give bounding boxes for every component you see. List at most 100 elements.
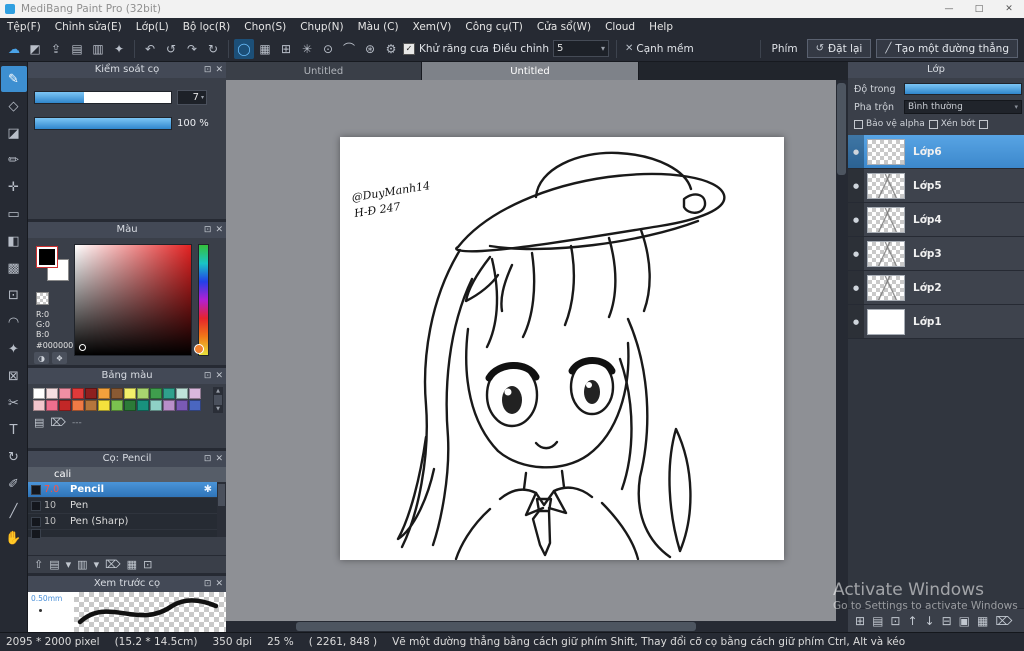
palette-swatch[interactable] [59, 388, 71, 399]
save-icon[interactable]: ◩ [25, 39, 45, 59]
palette-swatch[interactable] [46, 388, 58, 399]
menu-item[interactable]: Cửa sổ(W) [530, 18, 598, 36]
palette-swatch[interactable] [176, 388, 188, 399]
menu-item[interactable]: Chọn(S) [237, 18, 293, 36]
palette-swatch[interactable] [85, 400, 97, 411]
visibility-icon[interactable]: ● [848, 305, 864, 338]
palette-swatch[interactable] [111, 388, 123, 399]
palette-swatch[interactable] [150, 388, 162, 399]
brush-size-input[interactable]: 7 ▾ [177, 90, 207, 105]
color-wheel-icon[interactable]: ❖ [52, 352, 67, 364]
undo-icon[interactable]: ↶ [140, 39, 160, 59]
visibility-icon[interactable]: ● [848, 237, 864, 270]
visibility-icon[interactable]: ● [848, 203, 864, 236]
export-icon[interactable]: ⇪ [46, 39, 66, 59]
drawing-canvas[interactable]: @DuyManh14 H-Đ 247 [340, 137, 784, 561]
add-brush-menu-icon[interactable]: ▾ [66, 558, 72, 571]
layer-thumbnail[interactable] [867, 240, 905, 267]
scroll-down-icon[interactable]: ▼ [216, 406, 220, 412]
brush-list-item[interactable]: 10 Pen (Sharp) ✱ [28, 514, 217, 530]
menu-item[interactable]: Màu (C) [351, 18, 406, 36]
layer-thumbnail[interactable] [867, 274, 905, 301]
close-icon[interactable]: ✕ [215, 454, 223, 464]
redo-history-icon[interactable]: ↻ [203, 39, 223, 59]
antialias-checkbox[interactable]: ✓ [403, 42, 415, 55]
dot-pen-tool[interactable]: ✏ [1, 147, 27, 173]
cloud-icon[interactable]: ☁ [4, 39, 24, 59]
minimize-button[interactable]: — [934, 0, 964, 18]
gradient-tool[interactable]: ▩ [1, 255, 27, 281]
extra-checkbox[interactable] [979, 119, 989, 129]
menu-item[interactable]: Công cụ(T) [458, 18, 529, 36]
brush-settings-icon[interactable]: ✱ [204, 484, 212, 495]
layer-row[interactable]: ● Lớp1 [848, 305, 1024, 339]
palette-swatch[interactable] [33, 400, 45, 411]
clipping-checkbox[interactable] [928, 119, 938, 129]
brush-list-item[interactable]: 7.0 Pencil ✱ [28, 482, 217, 498]
snap-settings-icon[interactable]: ⚙ [381, 39, 401, 59]
canvas-tab[interactable]: Untitled [226, 62, 422, 80]
close-icon[interactable]: ✕ [215, 371, 223, 381]
palette-swatch[interactable] [124, 400, 136, 411]
layer-row[interactable]: ● Lớp3 [848, 237, 1024, 271]
menu-item[interactable]: Lớp(L) [129, 18, 176, 36]
brush-tool[interactable]: ✎ [0, 66, 27, 92]
import-icon[interactable]: ▤ [67, 39, 87, 59]
share-icon[interactable]: ✦ [109, 39, 129, 59]
duplicate-layer-icon[interactable]: ⊡ [890, 614, 900, 628]
move-up-icon[interactable]: ↑ [907, 614, 917, 628]
rect-fill-tool[interactable]: ▭ [1, 201, 27, 227]
foreground-color-swatch[interactable] [36, 246, 58, 268]
palette-swatch[interactable] [72, 400, 84, 411]
palette-swatch[interactable] [59, 400, 71, 411]
palette-swatch[interactable] [150, 400, 162, 411]
select-tool[interactable]: ⊡ [1, 282, 27, 308]
extra-option-partial[interactable] [979, 119, 989, 129]
delete-color-icon[interactable]: ⌦ [50, 416, 66, 429]
combine-layer-icon[interactable]: ▣ [959, 614, 970, 628]
undo-history-icon[interactable]: ↺ [161, 39, 181, 59]
layer-thumbnail[interactable] [867, 138, 905, 165]
palette-swatch[interactable] [72, 388, 84, 399]
move-tool[interactable]: ✛ [1, 174, 27, 200]
visibility-icon[interactable]: ● [848, 169, 864, 202]
brush-list-item-partial[interactable] [28, 528, 217, 539]
brush-opacity-slider[interactable] [34, 117, 172, 130]
clipping-option[interactable]: Xén bớt [928, 119, 975, 129]
alpha-protect-option[interactable]: Bảo vệ alpha [854, 119, 925, 129]
popup-panel-icon[interactable]: ⊡ [204, 454, 212, 464]
scroll-thumb[interactable] [296, 622, 696, 631]
scroll-thumb[interactable] [837, 83, 846, 175]
merge-layer-icon[interactable]: ⊟ [942, 614, 952, 628]
layer-thumbnail[interactable] [867, 308, 905, 335]
new-color-icon[interactable]: ▤ [34, 416, 44, 429]
radial-snap-icon[interactable]: ✳ [297, 39, 317, 59]
popup-panel-icon[interactable]: ⊡ [204, 371, 212, 381]
palette-swatch[interactable] [46, 400, 58, 411]
menu-item[interactable]: Help [642, 18, 680, 36]
layer-thumbnail[interactable] [867, 206, 905, 233]
add-brush-icon[interactable]: ▤ [49, 558, 59, 571]
visibility-icon[interactable]: ● [848, 135, 864, 168]
cross-snap-icon[interactable]: ⊞ [276, 39, 296, 59]
layer-row[interactable]: ● Lớp2 [848, 271, 1024, 305]
visibility-icon[interactable]: ● [848, 271, 864, 304]
brush-list-scrollbar[interactable] [217, 482, 226, 537]
reset-button[interactable]: ↺ Đặt lại [806, 39, 872, 58]
folder-brush-icon[interactable]: ▦ [127, 558, 137, 571]
palette-swatch[interactable] [98, 388, 110, 399]
lasso-tool[interactable]: ◠ [1, 309, 27, 335]
layer-opacity-slider[interactable] [904, 83, 1022, 95]
palette-swatch[interactable] [163, 400, 175, 411]
palette-swatch[interactable] [137, 388, 149, 399]
popup-panel-icon[interactable]: ⊡ [204, 65, 212, 75]
popup-panel-icon[interactable]: ⊡ [204, 225, 212, 235]
popup-panel-icon[interactable]: ⊡ [204, 579, 212, 589]
stamp-tool[interactable]: ◪ [1, 120, 27, 146]
text-tool[interactable]: T [1, 417, 27, 443]
canvas-tab[interactable]: Untitled [422, 62, 639, 80]
palette-scrollbar[interactable]: ▲ ▼ [213, 387, 223, 413]
delete-layer-icon[interactable]: ⌦ [995, 614, 1012, 628]
close-button[interactable]: ✕ [994, 0, 1024, 18]
palette-swatch[interactable] [33, 388, 45, 399]
